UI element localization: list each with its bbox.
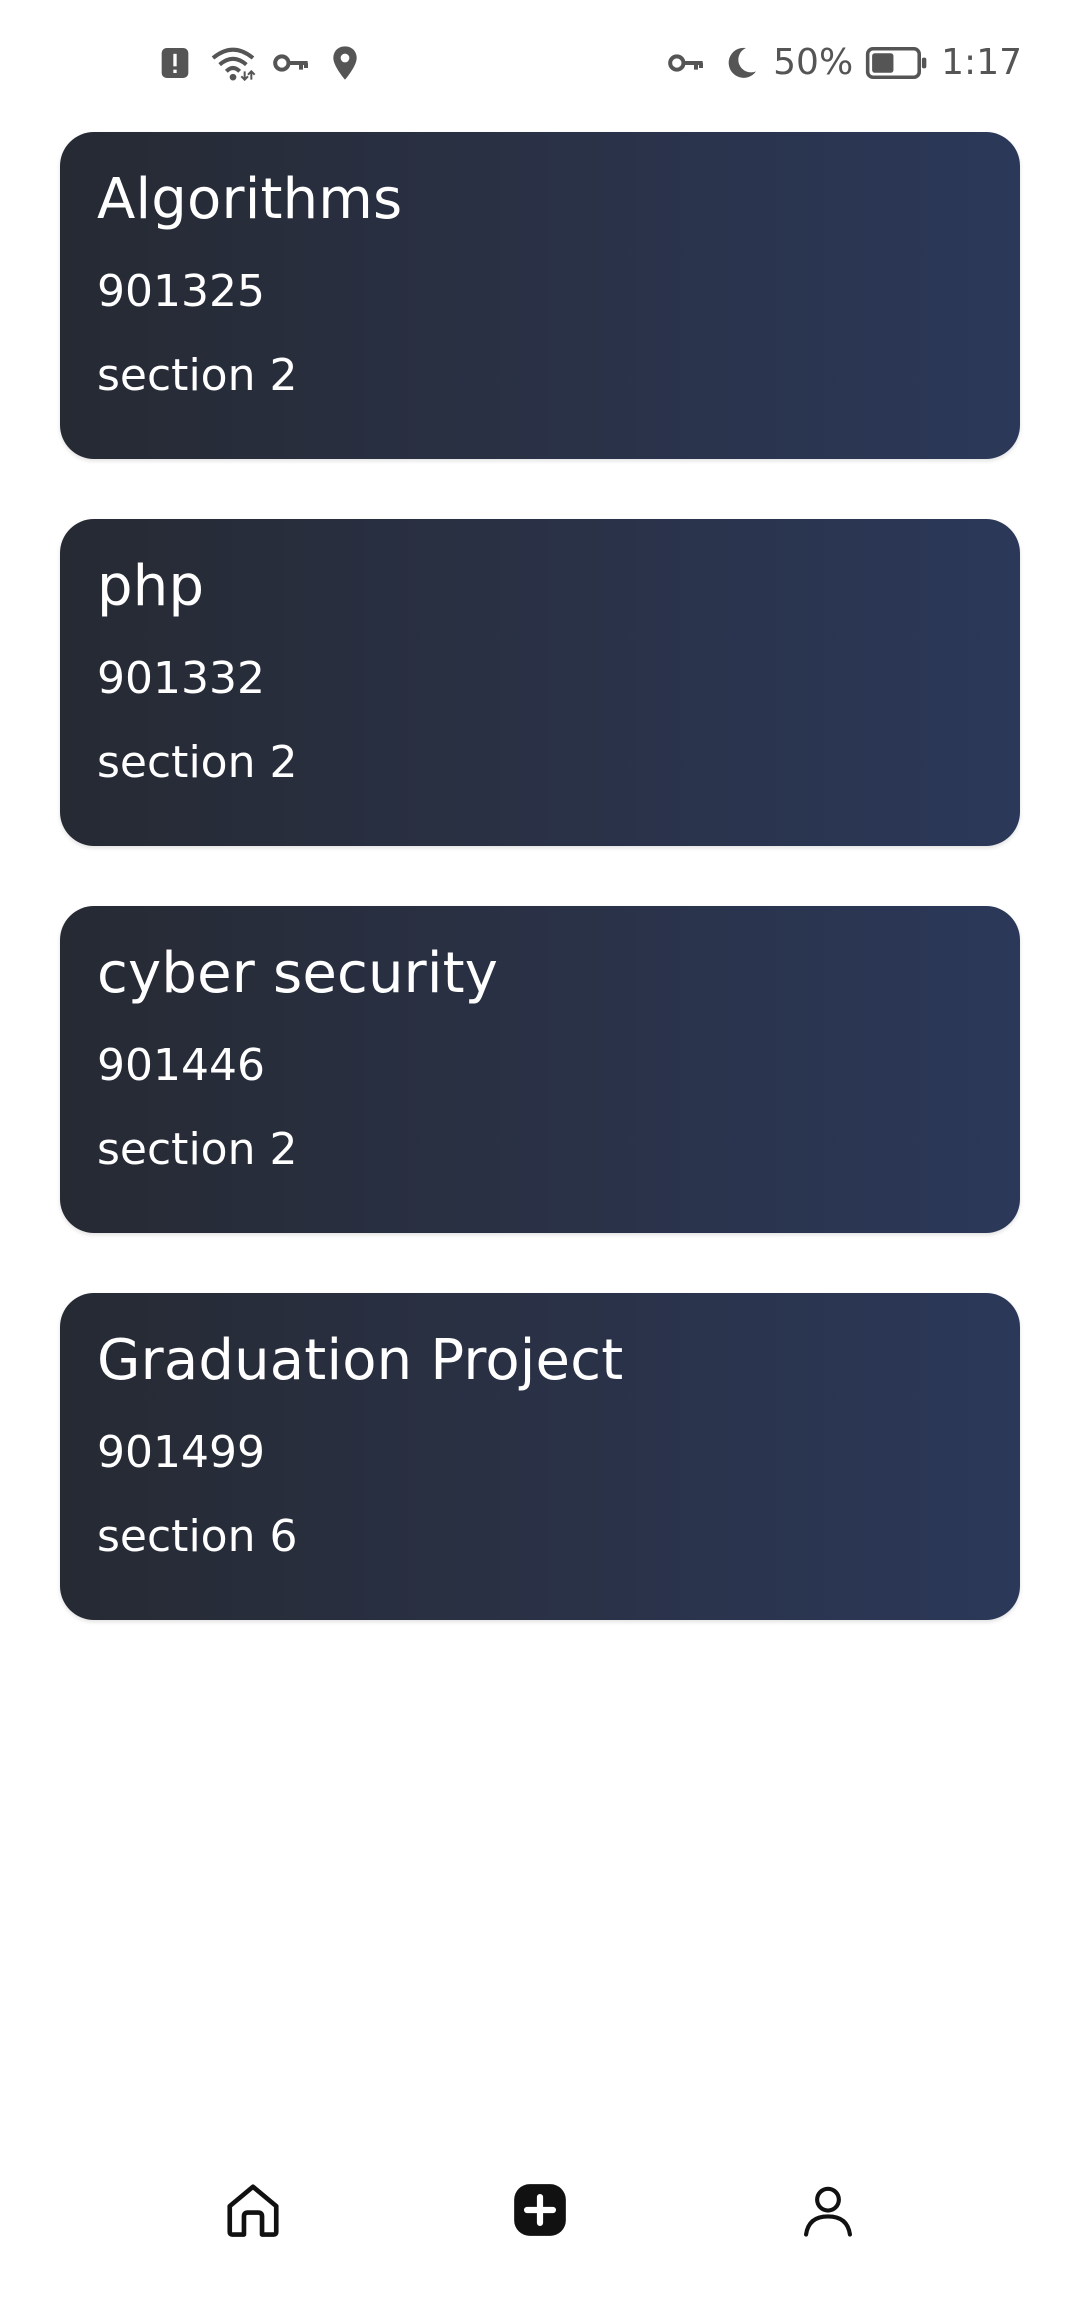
nav-profile-button[interactable]: [778, 2160, 878, 2260]
course-card[interactable]: php 901332 section 2: [60, 519, 1020, 846]
vpn-key-icon: [271, 43, 311, 83]
nav-add-button[interactable]: [490, 2160, 590, 2260]
profile-icon: [797, 2179, 859, 2241]
nav-home-button[interactable]: [203, 2160, 303, 2260]
add-icon: [509, 2179, 571, 2241]
course-card[interactable]: cyber security 901446 section 2: [60, 906, 1020, 1233]
location-icon: [325, 43, 365, 83]
home-icon: [222, 2179, 284, 2241]
course-code: 901325: [97, 266, 265, 317]
status-bar: 50% 1:17: [0, 0, 1080, 125]
course-title: cyber security: [97, 941, 499, 1006]
course-card[interactable]: Graduation Project 901499 section 6: [60, 1293, 1020, 1620]
battery-percentage: 50%: [773, 42, 854, 83]
clock: 1:17: [941, 42, 1022, 83]
course-code: 901499: [97, 1427, 265, 1478]
battery-icon: [865, 43, 929, 83]
moon-icon: [721, 43, 761, 83]
status-left: [155, 43, 365, 83]
course-title: Algorithms: [97, 167, 403, 232]
course-code: 901446: [97, 1040, 265, 1091]
bottom-nav: [0, 2160, 1080, 2260]
screen: 50% 1:17 Algorithms 901325 section 2 php…: [0, 0, 1080, 2310]
course-section: section 2: [97, 1124, 298, 1175]
course-title: Graduation Project: [97, 1328, 624, 1393]
course-title: php: [97, 554, 205, 619]
course-card[interactable]: Algorithms 901325 section 2: [60, 132, 1020, 459]
course-section: section 2: [97, 737, 298, 788]
status-right: 50% 1:17: [663, 42, 1022, 83]
course-section: section 6: [97, 1511, 298, 1562]
course-list: Algorithms 901325 section 2 php 901332 s…: [60, 132, 1020, 1620]
vpn-key-icon: [663, 43, 709, 83]
wifi-icon: [209, 43, 257, 83]
course-section: section 2: [97, 350, 298, 401]
course-code: 901332: [97, 653, 265, 704]
alert-icon: [155, 43, 195, 83]
